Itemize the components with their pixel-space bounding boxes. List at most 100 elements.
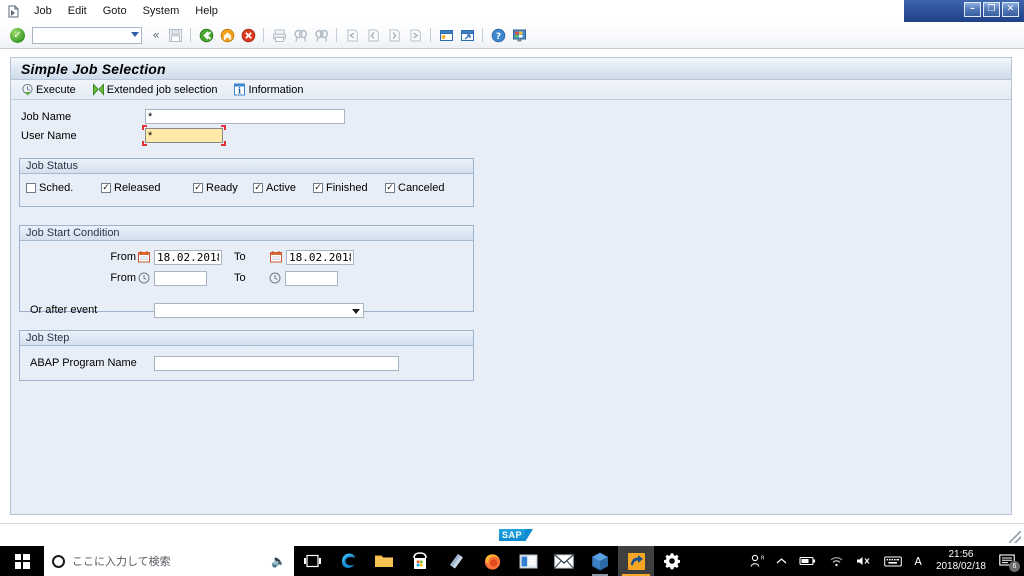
job-status-group-title: Job Status <box>20 159 473 174</box>
close-button[interactable]: ✕ <box>1002 2 1019 17</box>
toolbar-separator <box>430 28 431 42</box>
microphone-icon[interactable]: 🔈 <box>271 554 286 568</box>
print-icon[interactable] <box>270 26 288 44</box>
file-explorer-icon[interactable] <box>366 546 402 576</box>
search-placeholder-text: ここに入力して検索 <box>72 556 171 568</box>
mail-icon[interactable] <box>546 546 582 576</box>
customize-local-layout-icon[interactable] <box>510 26 528 44</box>
find-icon[interactable] <box>291 26 309 44</box>
battery-icon[interactable] <box>793 546 823 576</box>
checkbox-active[interactable]: ✓ Active <box>253 182 313 194</box>
last-page-icon[interactable] <box>406 26 424 44</box>
information-label: Information <box>248 83 304 96</box>
menu-bar: Job Edit Goto System Help <box>0 0 1024 22</box>
notes-app-icon[interactable] <box>438 546 474 576</box>
menu-item-help[interactable]: Help <box>187 3 226 19</box>
checkbox-checked-icon[interactable]: ✓ <box>101 183 111 193</box>
checkbox-checked-icon[interactable]: ✓ <box>253 183 263 193</box>
command-input[interactable] <box>33 28 125 42</box>
calendar-icon[interactable] <box>136 251 152 263</box>
exit-yellow-icon[interactable] <box>218 26 236 44</box>
extended-job-selection-button[interactable]: Extended job selection <box>89 82 221 97</box>
job-start-condition-group-body: From 18.02.2018 To 18.02.2018 From To Or… <box>20 241 473 318</box>
create-shortcut-icon[interactable] <box>458 26 476 44</box>
cancel-red-icon[interactable] <box>239 26 257 44</box>
menu-item-system[interactable]: System <box>135 3 188 19</box>
sap-logon-icon[interactable] <box>618 546 654 576</box>
show-hidden-icons-chevron-icon[interactable] <box>770 546 793 576</box>
clock-date: 2018/02/18 <box>935 561 986 572</box>
back-double-arrow-icon[interactable]: « <box>149 28 163 42</box>
checkbox-sched[interactable]: Sched. <box>26 182 101 194</box>
menu-item-edit[interactable]: Edit <box>60 3 95 19</box>
information-button[interactable]: i Information <box>230 82 306 97</box>
screen-panel: Simple Job Selection Execute Extended jo… <box>10 57 1012 515</box>
media-app-icon[interactable] <box>510 546 546 576</box>
task-view-button[interactable] <box>294 546 330 576</box>
time-to-input[interactable] <box>285 270 338 286</box>
job-status-checkbox-row: Sched. ✓ Released ✓ Ready ✓ Active ✓ Fin… <box>26 182 467 194</box>
checkbox-checked-icon[interactable]: ✓ <box>313 183 323 193</box>
clock-icon[interactable] <box>267 272 283 284</box>
calendar-icon[interactable] <box>268 251 284 263</box>
checkbox-ready[interactable]: ✓ Ready <box>193 182 253 194</box>
abap-program-input[interactable] <box>154 355 399 371</box>
edge-icon[interactable] <box>330 546 366 576</box>
taskbar-search-box[interactable]: ここに入力して検索 🔈 <box>44 546 294 576</box>
resize-grip[interactable] <box>1009 531 1021 543</box>
settings-icon[interactable] <box>654 546 690 576</box>
chevron-down-icon[interactable] <box>352 308 360 314</box>
people-icon[interactable]: R <box>744 546 770 576</box>
information-icon: i <box>233 83 246 96</box>
system-menu-icon[interactable] <box>5 3 21 19</box>
previous-page-icon[interactable] <box>364 26 382 44</box>
enter-checkmark-icon[interactable]: ✓ <box>10 27 25 43</box>
toolbar-separator <box>190 28 191 42</box>
clock[interactable]: 21:56 2018/02/18 <box>928 549 994 573</box>
command-dropdown-icon[interactable] <box>131 31 139 37</box>
execute-button[interactable]: Execute <box>18 82 79 97</box>
find-next-icon[interactable] <box>312 26 330 44</box>
create-session-icon[interactable] <box>437 26 455 44</box>
date-from-input[interactable] <box>154 249 222 265</box>
job-name-input[interactable] <box>145 109 345 124</box>
next-page-icon[interactable] <box>385 26 403 44</box>
date-to-input[interactable] <box>286 249 354 265</box>
microsoft-store-icon[interactable] <box>402 546 438 576</box>
menu-item-goto[interactable]: Goto <box>95 3 135 19</box>
restore-button[interactable]: ❐ <box>983 2 1000 17</box>
page-title: Simple Job Selection <box>21 60 166 77</box>
checkbox-released[interactable]: ✓ Released <box>101 182 193 194</box>
checkbox-checked-icon[interactable]: ✓ <box>385 183 395 193</box>
user-name-input[interactable] <box>145 128 223 143</box>
ime-mode-indicator[interactable]: A <box>908 546 928 576</box>
firefox-icon[interactable] <box>474 546 510 576</box>
checkbox-finished[interactable]: ✓ Finished <box>313 182 385 194</box>
checkbox-box-icon[interactable] <box>26 183 36 193</box>
date-to-label: To <box>234 251 246 263</box>
checkbox-checked-icon[interactable]: ✓ <box>193 183 203 193</box>
back-green-icon[interactable] <box>197 26 215 44</box>
checkbox-canceled[interactable]: ✓ Canceled <box>385 182 444 194</box>
wifi-icon[interactable] <box>823 546 850 576</box>
volume-muted-icon[interactable] <box>850 546 878 576</box>
action-center-button[interactable]: 6 <box>994 546 1020 576</box>
selection-screen-form: Job Name User Name <box>11 100 1011 381</box>
after-event-label: Or after event <box>30 304 98 316</box>
keyboard-icon[interactable] <box>878 546 908 576</box>
help-icon[interactable]: ? <box>489 26 507 44</box>
first-page-icon[interactable] <box>343 26 361 44</box>
clock-icon[interactable] <box>136 272 152 284</box>
menu-item-job[interactable]: Job <box>26 3 60 19</box>
minimize-button[interactable]: – <box>964 2 981 17</box>
virtualbox-icon[interactable] <box>582 546 618 576</box>
after-event-input[interactable] <box>155 303 347 317</box>
close-icon: ✕ <box>1006 4 1015 14</box>
command-field[interactable] <box>32 26 142 44</box>
start-button[interactable] <box>0 546 44 576</box>
save-icon[interactable] <box>166 26 184 44</box>
time-from-input[interactable] <box>154 270 207 286</box>
job-name-row: Job Name <box>15 108 1011 125</box>
after-event-dropdown[interactable] <box>154 302 364 318</box>
ime-mode-label: A <box>914 554 922 568</box>
